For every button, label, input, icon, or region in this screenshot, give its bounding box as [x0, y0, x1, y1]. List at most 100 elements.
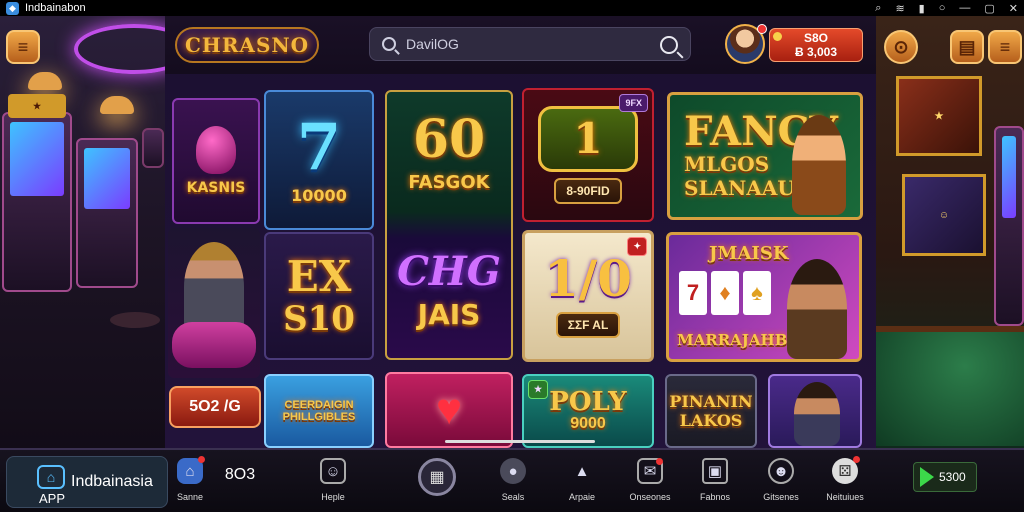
- tile-subtitle: LAKOS: [679, 411, 743, 430]
- nav-label: Seals: [501, 492, 525, 502]
- balance-label: S8O: [803, 31, 828, 45]
- lamp-decoration: [100, 96, 134, 114]
- lamp-decoration: [28, 72, 62, 90]
- nav-label: Neituiues: [826, 492, 864, 502]
- search-value: DavilOG: [406, 36, 459, 52]
- nav-label: Onseones: [629, 492, 671, 502]
- game-tile-kasnis[interactable]: KASNIS: [172, 98, 260, 224]
- treasure-chest-icon: 1: [538, 106, 638, 172]
- battery-icon: ○: [938, 1, 946, 14]
- nav-label: Arpaie: [568, 492, 595, 502]
- game-tile-cerrdaion[interactable]: CEERDAIGIN PHILLGIBLES: [264, 374, 374, 448]
- game-tile-seven[interactable]: 7 10000: [264, 90, 374, 230]
- avatar[interactable]: [725, 24, 767, 64]
- top-bar: CHRASNO DavilOG S8O Ƀ 3,003: [165, 16, 876, 74]
- game-tile-pinanin[interactable]: PINANIN LAKOS: [665, 374, 757, 448]
- balance-button[interactable]: S8O Ƀ 3,003: [769, 28, 863, 62]
- tile-plaque: ƩΣF AL: [555, 312, 621, 338]
- tile-subtitle: PHILLGIBLES: [282, 411, 356, 423]
- close-icon[interactable]: ✕: [1009, 2, 1018, 15]
- nav-label: Fabnos: [699, 492, 731, 502]
- nav-item-onseones[interactable]: ✉ Onseones: [615, 458, 685, 502]
- heart-icon: ♥: [435, 385, 463, 434]
- game-tile-fancy[interactable]: FANCY MLGOS SLANAAU: [667, 92, 863, 220]
- promo-button[interactable]: 5O2 /G: [169, 386, 261, 428]
- nav-item-fabnos[interactable]: ▣ Fabnos: [680, 458, 750, 502]
- nav-item-seals[interactable]: ● Seals: [478, 458, 548, 502]
- tile-number: 1: [573, 114, 603, 163]
- search-icon: [382, 37, 396, 51]
- game-tile-sixty[interactable]: 60 FASGOK CHG JAIS: [385, 90, 513, 360]
- nav-item-count[interactable]: 8O3: [205, 466, 275, 484]
- nav-item-neituiues[interactable]: ⚄ Neituiues: [810, 456, 880, 502]
- brand-app-button[interactable]: ⌂ Indbainasia APP: [6, 456, 168, 508]
- game-tile-character[interactable]: [768, 374, 862, 448]
- face-icon: ☻: [768, 458, 794, 484]
- menu-icon[interactable]: ≡: [6, 30, 40, 64]
- game-tile-jmaisk[interactable]: JMAISK 7 ♦ ♠ MARRAJAHB: [666, 232, 862, 362]
- game-tile-heart[interactable]: ♥: [385, 372, 513, 448]
- nav-label: Gitsenes: [763, 492, 799, 502]
- center-menu-button[interactable]: ▦: [418, 458, 456, 496]
- home-icon: ⌂: [177, 456, 205, 484]
- search-icon[interactable]: ⌕: [875, 2, 881, 15]
- system-tray: ⌕ ≋ ▮ ○ — ▢ ✕: [875, 2, 1018, 15]
- tile-subtitle: MLGOS: [684, 152, 770, 176]
- main-lobby: CHRASNO DavilOG S8O Ƀ 3,003 KASNIS 7 100…: [165, 16, 876, 448]
- card-table-decoration: [876, 326, 1024, 446]
- tile-plaque: 8-90FID: [554, 178, 622, 204]
- brand-name: Indbainasia: [71, 473, 153, 490]
- balance-amount: Ƀ 3,003: [794, 45, 838, 59]
- promo-label: 5O2 /G: [189, 398, 241, 415]
- play-button[interactable]: 5300: [913, 462, 977, 492]
- gift-icon: ▣: [702, 458, 728, 484]
- game-tile-ex[interactable]: EX S10: [264, 232, 374, 360]
- tile-label: JAIS: [417, 298, 481, 331]
- tile-title: CEERDAIGIN: [284, 399, 354, 411]
- scroll-indicator: [445, 440, 595, 443]
- chat-icon: ☺: [320, 458, 346, 484]
- nav-label: Heple: [321, 492, 345, 502]
- tile-title: CHG: [397, 248, 501, 295]
- tile-label: 10000: [291, 185, 347, 205]
- maximize-icon[interactable]: ▢: [984, 2, 994, 15]
- throne-decoration: [172, 322, 256, 368]
- game-tile-poly[interactable]: ★ POLY 9000: [522, 374, 654, 448]
- nav-item-arpaie[interactable]: ▲ Arpaie: [547, 458, 617, 503]
- tile-label: S10: [283, 299, 355, 339]
- tile-badge: 9FX: [619, 94, 648, 112]
- potion-icon: [196, 126, 236, 174]
- play-label: 5300: [939, 470, 966, 484]
- search-round-icon[interactable]: ⊙: [884, 30, 918, 64]
- tile-subtitle: SLANAAU: [684, 176, 795, 200]
- tile-label: 9000: [570, 415, 606, 432]
- minimize-icon[interactable]: —: [959, 2, 970, 15]
- casino-logo[interactable]: CHRASNO: [175, 27, 320, 63]
- character-illustration: [792, 115, 846, 215]
- playing-cards-decoration: 7 ♦ ♠: [679, 271, 771, 315]
- menu-icon-right[interactable]: ≡: [988, 30, 1022, 64]
- neon-ring-decoration: [74, 24, 165, 74]
- app-icon: ◆: [6, 1, 19, 15]
- nav-item-heple[interactable]: ☺ Heple: [298, 458, 368, 502]
- slot-machine-decoration: [994, 126, 1024, 326]
- search-input[interactable]: DavilOG: [369, 27, 691, 61]
- signal-icon: ▮: [918, 2, 925, 15]
- slot-machine-decoration: ★: [2, 94, 72, 292]
- game-tile-one[interactable]: 9FX 1 8-90FID: [522, 88, 654, 222]
- search-button-icon[interactable]: [660, 36, 678, 54]
- notification-dot: [757, 24, 767, 34]
- hot-badge-icon: ✦: [627, 237, 647, 256]
- game-tile-one-zero[interactable]: ✦ 1/0 ƩΣF AL: [522, 230, 654, 362]
- tile-title: PINANIN: [669, 392, 753, 411]
- app-title: Indbainabon: [25, 2, 86, 14]
- list-icon[interactable]: ▤: [950, 30, 984, 64]
- poster-decoration: ☺: [902, 174, 986, 256]
- bottom-navigation: ⌂ Indbainasia APP ⌂ Sanne 8O3 ☺ Heple ▦ …: [0, 448, 1024, 512]
- tile-label: KASNIS: [186, 180, 246, 196]
- nav-item-gitsenes[interactable]: ☻ Gitsenes: [746, 458, 816, 502]
- left-casino-scene: ≡ ★: [0, 16, 165, 448]
- slot-machine-decoration: [76, 138, 138, 288]
- up-arrow-icon: ▲: [574, 462, 590, 480]
- bar-stool-decoration: [110, 312, 160, 328]
